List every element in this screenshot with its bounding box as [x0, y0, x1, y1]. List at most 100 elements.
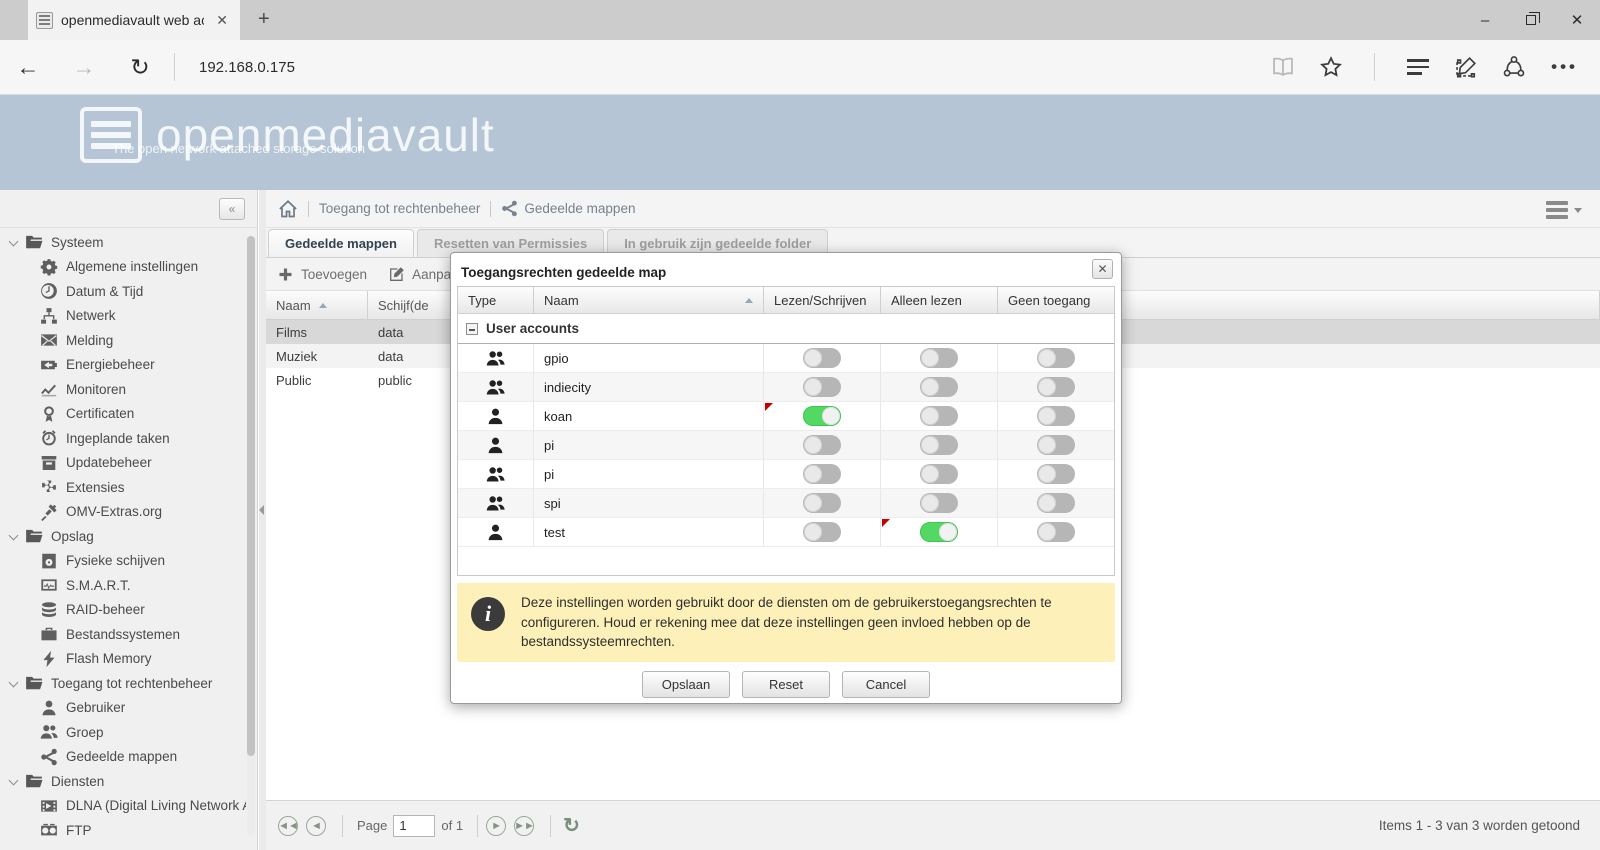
first-page-button[interactable]: ◄◄ — [278, 815, 299, 836]
home-icon[interactable] — [278, 199, 298, 219]
hub-icon[interactable] — [1407, 55, 1430, 79]
toggle-deny-spi[interactable] — [1037, 493, 1075, 513]
sidebar-item-label: Groep — [66, 724, 104, 740]
dialog-close-button[interactable]: ✕ — [1092, 259, 1113, 279]
sidebar-item-ftp[interactable]: FTP — [0, 818, 246, 843]
cell-ro — [881, 460, 998, 488]
cell-ro — [881, 431, 998, 459]
permission-row-koan-2: koan — [458, 402, 1114, 431]
collapse-group-icon[interactable] — [466, 322, 478, 335]
toggle-deny-pi[interactable] — [1037, 464, 1075, 484]
sidebar-item-label: Netwerk — [66, 308, 116, 324]
sidebar-item-gedeelde-mappen[interactable]: Gedeelde mappen — [0, 745, 246, 770]
tab-gedeelde-mappen[interactable]: Gedeelde mappen — [268, 229, 414, 257]
toggle-ro-pi[interactable] — [920, 464, 958, 484]
sidebar-item-label: FTP — [66, 822, 92, 838]
sidebar-item-netwerk[interactable]: Netwerk — [0, 304, 246, 329]
sidebar-item-algemene-instellingen[interactable]: Algemene instellingen — [0, 255, 246, 280]
tab-close-icon[interactable]: ✕ — [212, 12, 232, 29]
toggle-deny-koan[interactable] — [1037, 406, 1075, 426]
save-button[interactable]: Opslaan — [642, 670, 730, 698]
sort-asc-icon — [745, 297, 753, 303]
splitter-collapse-icon[interactable] — [259, 505, 264, 515]
sidebar-item-gebruiker[interactable]: Gebruiker — [0, 696, 246, 721]
refresh-button[interactable]: ↻ — [112, 54, 168, 81]
toggle-deny-indiecity[interactable] — [1037, 377, 1075, 397]
column-header-naam[interactable]: Naam — [266, 291, 368, 319]
toggle-ro-indiecity[interactable] — [920, 377, 958, 397]
address-bar[interactable]: 192.168.0.175 — [199, 59, 1272, 76]
toggle-rw-spi[interactable] — [803, 493, 841, 513]
panel-menu-button[interactable] — [1546, 198, 1582, 222]
minimize-button[interactable]: – — [1462, 0, 1508, 40]
sidebar-collapse-button[interactable]: « — [219, 198, 245, 220]
sidebar-item-fysieke-schijven[interactable]: Fysieke schijven — [0, 549, 246, 574]
sidebar-item-omv-extras-org[interactable]: OMV-Extras.org — [0, 500, 246, 525]
toggle-ro-test[interactable] — [920, 522, 958, 542]
expand-caret-icon[interactable] — [8, 530, 19, 541]
sidebar-item-flash-memory[interactable]: Flash Memory — [0, 647, 246, 672]
sidebar-item-energiebeheer[interactable]: Energiebeheer — [0, 353, 246, 378]
refresh-grid-icon[interactable]: ↻ — [563, 813, 580, 838]
web-note-icon[interactable] — [1455, 56, 1477, 78]
sidebar-item-raid-beheer[interactable]: RAID-beheer — [0, 598, 246, 623]
toggle-ro-pi[interactable] — [920, 435, 958, 455]
column-header-type[interactable]: Type — [458, 287, 534, 313]
sidebar-item-certificaten[interactable]: Certificaten — [0, 402, 246, 427]
prev-page-button[interactable]: ◄ — [306, 815, 326, 836]
column-header-lezen-schrijven[interactable]: Lezen/Schrijven — [764, 287, 881, 313]
toggle-ro-gpio[interactable] — [920, 348, 958, 368]
sidebar-item-datum-tijd[interactable]: Datum & Tijd — [0, 279, 246, 304]
toggle-rw-pi[interactable] — [803, 464, 841, 484]
toggle-deny-pi[interactable] — [1037, 435, 1075, 455]
toggle-rw-koan[interactable] — [803, 406, 841, 426]
close-button[interactable]: ✕ — [1554, 0, 1600, 40]
column-header-geen-toegang[interactable]: Geen toegang — [998, 287, 1114, 313]
sidebar-item-ingeplande-taken[interactable]: Ingeplande taken — [0, 426, 246, 451]
toggle-rw-pi[interactable] — [803, 435, 841, 455]
expand-caret-icon[interactable] — [8, 677, 19, 688]
panel-splitter[interactable] — [259, 190, 266, 850]
expand-caret-icon[interactable] — [8, 236, 19, 247]
sidebar-item-systeem[interactable]: Systeem — [0, 230, 246, 255]
back-button[interactable]: ← — [0, 54, 56, 81]
next-page-button[interactable]: ► — [486, 815, 507, 836]
add-button[interactable]: Toevoegen — [278, 266, 367, 282]
sidebar-item-diensten[interactable]: Diensten — [0, 769, 246, 794]
group-header-user-accounts[interactable]: User accounts — [458, 314, 1114, 344]
reset-button[interactable]: Reset — [742, 670, 830, 698]
new-tab-button[interactable]: + — [258, 8, 270, 31]
favorites-star-icon[interactable] — [1320, 56, 1342, 78]
sidebar-scrollbar[interactable] — [247, 236, 255, 836]
sidebar-item-opslag[interactable]: Opslag — [0, 524, 246, 549]
share-icon[interactable] — [1503, 56, 1525, 78]
toggle-rw-indiecity[interactable] — [803, 377, 841, 397]
sidebar-item-toegang-tot-rechtenbeheer[interactable]: Toegang tot rechtenbeheer — [0, 671, 246, 696]
restore-button[interactable] — [1508, 0, 1554, 40]
reading-view-icon[interactable] — [1272, 56, 1294, 78]
sidebar-item-updatebeheer[interactable]: Updatebeheer — [0, 451, 246, 476]
sidebar-item-monitoren[interactable]: Monitoren — [0, 377, 246, 402]
sidebar-item-extensies[interactable]: Extensies — [0, 475, 246, 500]
column-header-naam[interactable]: Naam — [534, 287, 764, 313]
more-options-icon[interactable]: ••• — [1551, 57, 1578, 77]
toggle-rw-test[interactable] — [803, 522, 841, 542]
sidebar-item-bestandssystemen[interactable]: Bestandssystemen — [0, 622, 246, 647]
browser-tab[interactable]: openmediavault web ac ✕ — [28, 0, 240, 40]
sidebar-item-label: Bestandssystemen — [66, 626, 181, 642]
sidebar-item-groep[interactable]: Groep — [0, 720, 246, 745]
toggle-deny-test[interactable] — [1037, 522, 1075, 542]
toggle-deny-gpio[interactable] — [1037, 348, 1075, 368]
toggle-rw-gpio[interactable] — [803, 348, 841, 368]
sidebar-item-melding[interactable]: Melding — [0, 328, 246, 353]
column-header-alleen-lezen[interactable]: Alleen lezen — [881, 287, 998, 313]
sidebar-item-dlna-digital-living-network-all[interactable]: DLNA (Digital Living Network All — [0, 794, 246, 819]
sidebar-item-s-m-a-r-t[interactable]: S.M.A.R.T. — [0, 573, 246, 598]
toggle-ro-spi[interactable] — [920, 493, 958, 513]
cancel-button[interactable]: Cancel — [842, 670, 930, 698]
last-page-button[interactable]: ►► — [514, 815, 535, 836]
toggle-ro-koan[interactable] — [920, 406, 958, 426]
expand-caret-icon[interactable] — [8, 775, 19, 786]
forward-button[interactable]: → — [56, 54, 112, 81]
page-number-input[interactable] — [393, 814, 436, 837]
